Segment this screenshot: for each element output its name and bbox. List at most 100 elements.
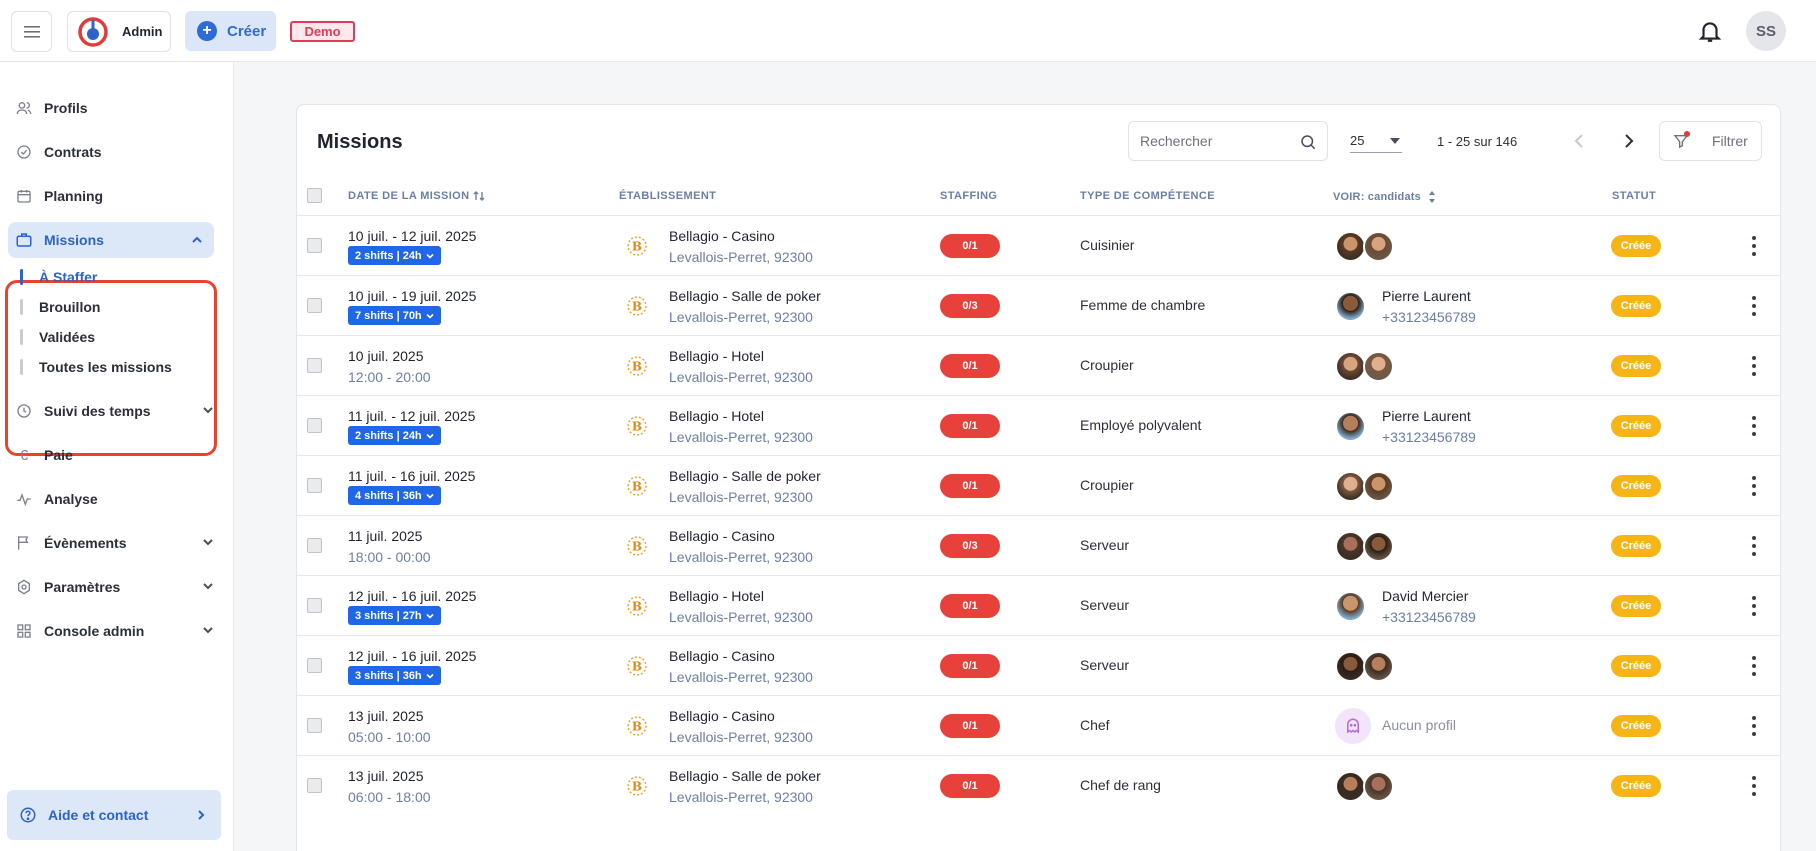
establishment-name[interactable]: Bellagio - Salle de poker [669, 468, 821, 484]
sidebar-item-evenements[interactable]: Évènements [15, 528, 215, 558]
row-checkbox[interactable] [307, 418, 322, 433]
candidate-avatars[interactable] [1335, 291, 1366, 322]
establishment-address: Levallois-Perret, 92300 [669, 729, 813, 745]
establishment-name[interactable]: Bellagio - Salle de poker [669, 768, 821, 784]
table-row[interactable]: 12 juil. - 16 juil. 2025 3 shifts | 36h B B… [297, 635, 1780, 695]
row-checkbox[interactable] [307, 478, 322, 493]
table-row[interactable]: 13 juil. 2025 06:00 - 18:00 B Bellagio - Sa… [297, 755, 1780, 815]
menu-button[interactable] [11, 11, 52, 52]
sidebar-subitem-toutes[interactable]: Toutes les missions [20, 356, 172, 378]
shifts-badge[interactable]: 4 shifts | 36h [348, 486, 441, 505]
more-vertical-icon[interactable] [1751, 714, 1757, 738]
sidebar-subitem-a-staffer[interactable]: À Staffer [20, 266, 97, 288]
shifts-badge[interactable]: 2 shifts | 24h [348, 426, 441, 445]
table-row[interactable]: 11 juil. 2025 18:00 - 00:00 B Bellagio - Ca… [297, 515, 1780, 575]
establishment-name[interactable]: Bellagio - Casino [669, 528, 775, 544]
col-etablissement: ÉTABLISSEMENT [619, 190, 717, 202]
chevron-right-icon[interactable] [1618, 130, 1638, 152]
establishment-address: Levallois-Perret, 92300 [669, 489, 813, 505]
candidate-avatars[interactable] [1335, 771, 1394, 802]
more-vertical-icon[interactable] [1751, 294, 1757, 318]
svg-text:B: B [632, 780, 642, 794]
search-input[interactable]: Rechercher [1128, 121, 1328, 161]
more-vertical-icon[interactable] [1751, 654, 1757, 678]
row-checkbox[interactable] [307, 538, 322, 553]
shifts-badge[interactable]: 7 shifts | 70h [348, 306, 441, 325]
establishment-name[interactable]: Bellagio - Hotel [669, 588, 764, 604]
more-vertical-icon[interactable] [1751, 234, 1757, 258]
avatar [1363, 231, 1394, 262]
sidebar-item-console-admin[interactable]: Console admin [15, 616, 215, 646]
col-statut: STATUT [1612, 190, 1657, 202]
row-checkbox[interactable] [307, 718, 322, 733]
shifts-badge[interactable]: 3 shifts | 27h [348, 606, 441, 625]
sidebar-item-analyse[interactable]: Analyse [15, 484, 215, 514]
more-vertical-icon[interactable] [1751, 474, 1757, 498]
create-button[interactable]: + Créer [185, 11, 276, 51]
candidate-avatars[interactable] [1335, 591, 1366, 622]
sidebar-subitem-brouillon[interactable]: Brouillon [20, 296, 100, 318]
sidebar-item-parametres[interactable]: Paramètres [15, 572, 215, 602]
sidebar-item-contrats[interactable]: Contrats [15, 137, 215, 167]
filter-label: Filtrer [1712, 133, 1748, 149]
sidebar-item-paie[interactable]: € Paie [15, 440, 215, 470]
candidate-avatars[interactable] [1335, 651, 1394, 682]
col-date[interactable]: DATE DE LA MISSION [348, 190, 485, 202]
table-row[interactable]: 11 juil. - 16 juil. 2025 4 shifts | 36h B B… [297, 455, 1780, 515]
table-row[interactable]: 10 juil. - 19 juil. 2025 7 shifts | 70h B B… [297, 275, 1780, 335]
row-checkbox[interactable] [307, 298, 322, 313]
col-candidats[interactable]: VOIR: candidats [1333, 190, 1437, 204]
candidate-avatars[interactable] [1335, 351, 1394, 382]
establishment-name[interactable]: Bellagio - Casino [669, 708, 775, 724]
page-size-select[interactable]: 25 [1350, 129, 1402, 153]
table-row[interactable]: 10 juil. 2025 12:00 - 20:00 B Bellagio - Ho… [297, 335, 1780, 395]
table-row[interactable]: 12 juil. - 16 juil. 2025 3 shifts | 27h B B… [297, 575, 1780, 635]
establishment-name[interactable]: Bellagio - Salle de poker [669, 288, 821, 304]
row-checkbox[interactable] [307, 358, 322, 373]
establishment-name[interactable]: Bellagio - Casino [669, 648, 775, 664]
more-vertical-icon[interactable] [1751, 414, 1757, 438]
table-row[interactable]: 13 juil. 2025 05:00 - 10:00 B Bellagio - Ca… [297, 695, 1780, 755]
establishment-logo-icon: B [627, 716, 647, 736]
row-checkbox[interactable] [307, 658, 322, 673]
more-vertical-icon[interactable] [1751, 594, 1757, 618]
table-row[interactable]: 11 juil. - 12 juil. 2025 2 shifts | 24h B B… [297, 395, 1780, 455]
establishment-name[interactable]: Bellagio - Casino [669, 228, 775, 244]
more-vertical-icon[interactable] [1751, 534, 1757, 558]
more-vertical-icon[interactable] [1751, 774, 1757, 798]
candidate-name[interactable]: Pierre Laurent [1382, 288, 1471, 304]
chevron-left-icon[interactable] [1570, 130, 1590, 152]
sidebar-item-suivi-des-temps[interactable]: Suivi des temps [15, 396, 215, 426]
establishment-address: Levallois-Perret, 92300 [669, 249, 813, 265]
shifts-badge[interactable]: 3 shifts | 36h [348, 666, 441, 685]
more-vertical-icon[interactable] [1751, 354, 1757, 378]
candidate-name[interactable]: David Mercier [1382, 588, 1468, 604]
help-contact-button[interactable]: Aide et contact [7, 790, 221, 840]
sidebar-item-missions[interactable]: Missions [8, 222, 214, 258]
candidate-name[interactable]: Pierre Laurent [1382, 408, 1471, 424]
candidate-avatars[interactable] [1335, 411, 1366, 442]
user-avatar[interactable]: SS [1746, 11, 1786, 51]
avatar [1335, 291, 1366, 322]
table-row[interactable]: 10 juil. - 12 juil. 2025 2 shifts | 24h B B… [297, 215, 1780, 275]
caret-down-icon [1390, 138, 1400, 144]
avatar [1363, 771, 1394, 802]
workspace-switcher[interactable]: Admin [67, 11, 171, 52]
row-checkbox[interactable] [307, 238, 322, 253]
candidate-avatars[interactable] [1335, 531, 1394, 562]
select-all-checkbox[interactable] [307, 188, 322, 203]
candidate-avatars[interactable] [1335, 231, 1394, 262]
filter-button[interactable]: Filtrer [1659, 121, 1762, 161]
establishment-name[interactable]: Bellagio - Hotel [669, 408, 764, 424]
candidate-avatars[interactable] [1335, 471, 1394, 502]
plus-icon: + [197, 21, 217, 41]
sidebar-item-profils[interactable]: Profils [15, 93, 215, 123]
row-checkbox[interactable] [307, 778, 322, 793]
establishment-name[interactable]: Bellagio - Hotel [669, 348, 764, 364]
establishment-logo-icon: B [627, 296, 647, 316]
row-checkbox[interactable] [307, 598, 322, 613]
shifts-badge[interactable]: 2 shifts | 24h [348, 246, 441, 265]
sidebar-subitem-validees[interactable]: Validées [20, 326, 95, 348]
bell-icon[interactable] [1697, 18, 1723, 44]
sidebar-item-planning[interactable]: Planning [15, 181, 215, 211]
